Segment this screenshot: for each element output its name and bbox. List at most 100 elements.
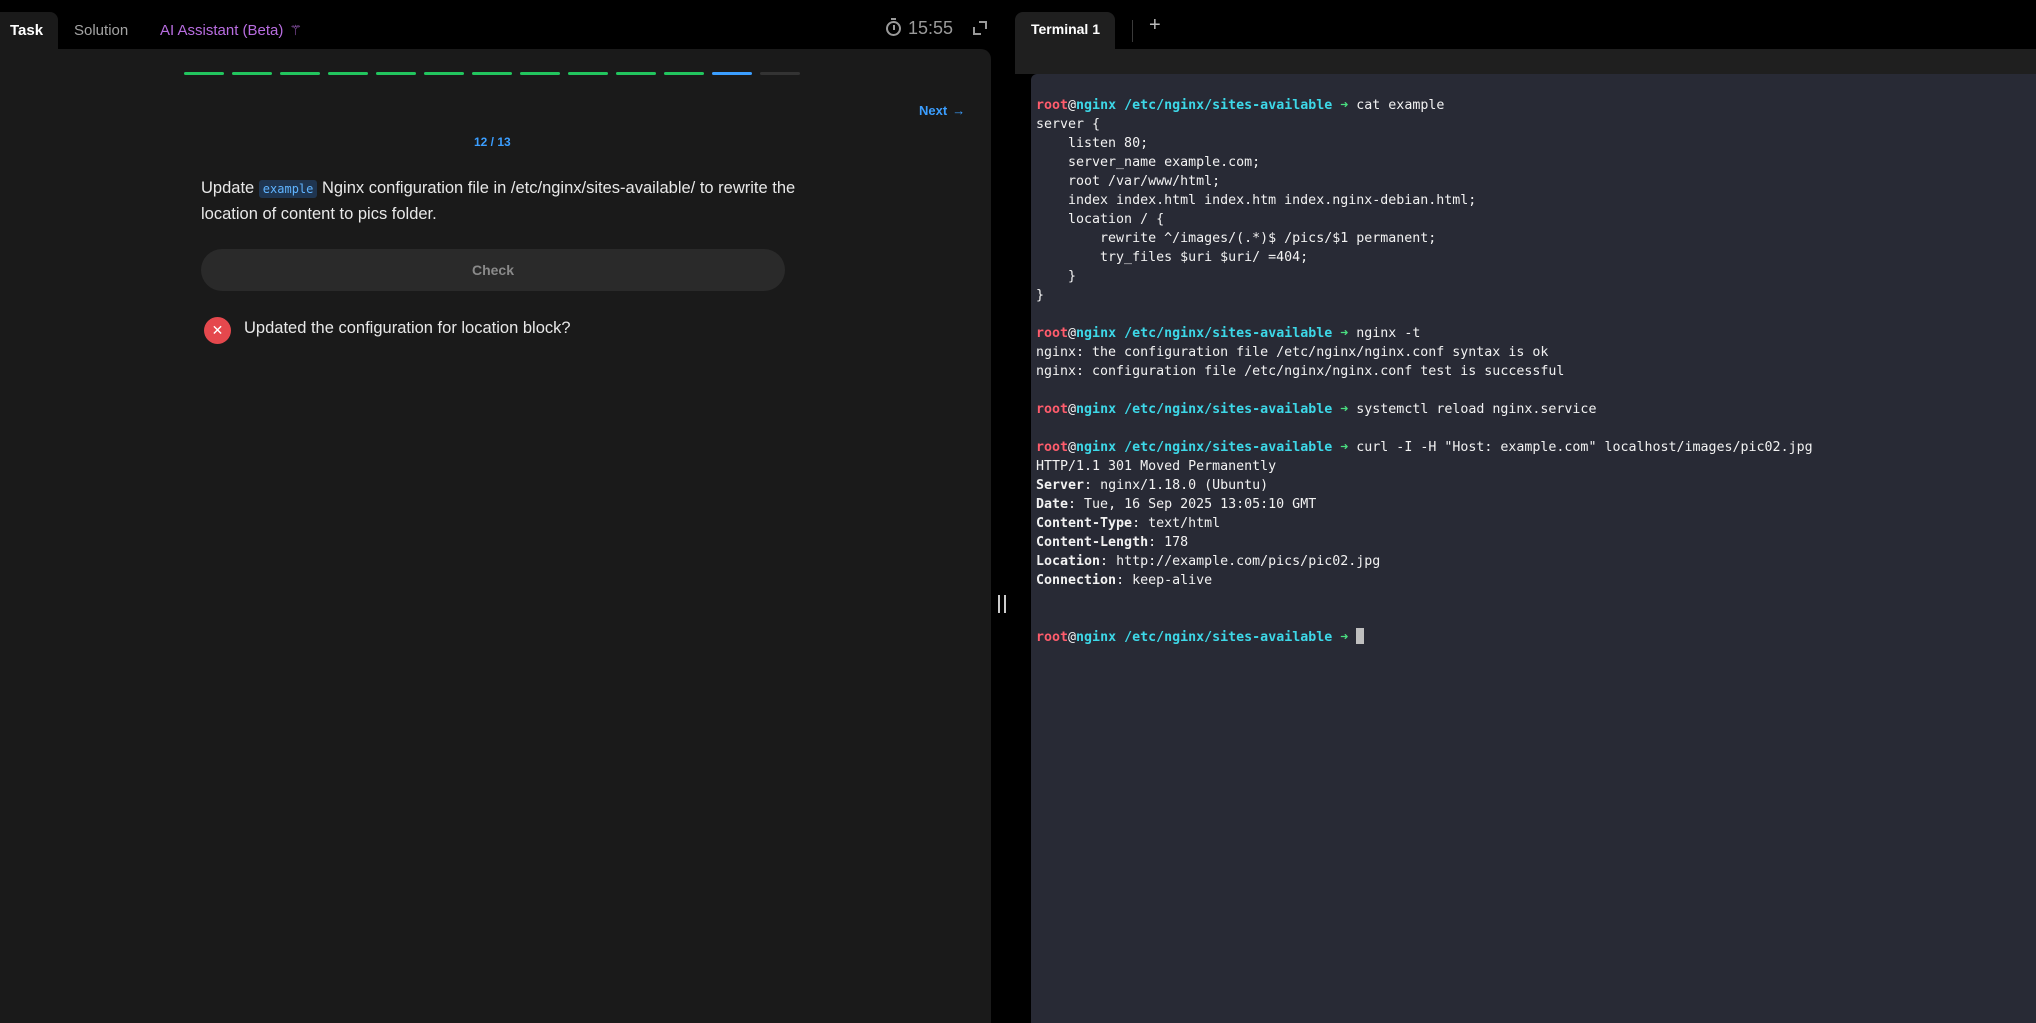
progress-segment (760, 72, 800, 75)
progress-segment (520, 72, 560, 75)
add-terminal-icon[interactable]: + (1149, 14, 1161, 37)
terminal-output-line: Date: Tue, 16 Sep 2025 13:05:10 GMT (1036, 497, 1317, 512)
progress-segment (712, 72, 752, 75)
terminal-output-line: Server: nginx/1.18.0 (Ubuntu) (1036, 478, 1269, 493)
prompt-at: @ (1068, 98, 1077, 113)
progress-bar (184, 72, 800, 75)
task-description: Update example Nginx configuration file … (201, 176, 801, 227)
terminal-output-line: nginx: the configuration file /etc/nginx… (1036, 345, 1549, 360)
check-button[interactable]: Check (201, 249, 785, 291)
prompt-path: /etc/nginx/sites-available (1124, 98, 1333, 113)
prompt-path: /etc/nginx/sites-available (1124, 440, 1333, 455)
prompt-path: /etc/nginx/sites-available (1124, 326, 1333, 341)
prompt-user: root (1036, 98, 1069, 113)
tab-separator (1132, 20, 1133, 42)
header-value: 178 (1164, 535, 1189, 550)
terminal-output-line: listen 80; (1036, 136, 1149, 151)
tab-ai-label: AI Assistant (Beta) (160, 22, 284, 39)
result-text: Updated the configuration for location b… (244, 318, 571, 337)
prompt-arrow: ➜ (1340, 98, 1349, 113)
step-counter: 12 / 13 (474, 135, 511, 149)
command-text: curl -I -H "Host: example.com" localhost… (1356, 440, 1813, 455)
terminal-output-line: location / { (1036, 212, 1165, 227)
next-button[interactable]: Next → (919, 103, 965, 118)
terminal-output-line: rewrite ^/images/(.*)$ /pics/$1 permanen… (1036, 231, 1437, 246)
terminal-command-line: root@nginx /etc/nginx/sites-available ➜ … (1036, 96, 2036, 115)
header-value: keep-alive (1132, 573, 1213, 588)
prompt-host: nginx (1076, 98, 1117, 113)
terminal-command-line: root@nginx /etc/nginx/sites-available ➜ (1036, 627, 2036, 647)
header-value: text/html (1148, 516, 1221, 531)
progress-segment (472, 72, 512, 75)
progress-segment (568, 72, 608, 75)
prompt-host: nginx (1076, 402, 1117, 417)
terminal-output-line: Content-Type: text/html (1036, 516, 1221, 531)
header-key: Content-Length (1036, 535, 1149, 550)
progress-segment (232, 72, 272, 75)
prompt-arrow: ➜ (1340, 630, 1349, 645)
terminal-output-line: root /var/www/html; (1036, 174, 1221, 189)
header-key: Location (1036, 554, 1101, 569)
terminal-command-line: root@nginx /etc/nginx/sites-available ➜ … (1036, 400, 2036, 419)
timer: 15:55 (886, 18, 953, 39)
header-key: Date (1036, 497, 1069, 512)
tab-terminal-1[interactable]: Terminal 1 (1015, 12, 1115, 49)
command-text: systemctl reload nginx.service (1356, 402, 1597, 417)
prompt-user: root (1036, 402, 1069, 417)
close-icon: ✕ (204, 317, 231, 344)
prompt-host: nginx (1076, 326, 1117, 341)
progress-segment (424, 72, 464, 75)
arrow-right-icon: → (952, 103, 966, 118)
terminal-output-line: HTTP/1.1 301 Moved Permanently (1036, 459, 1277, 474)
progress-segment (184, 72, 224, 75)
task-desc-prefix: Update (201, 179, 259, 197)
tab-ai-assistant[interactable]: AI Assistant (Beta) ⚚ (160, 12, 302, 49)
progress-segment (616, 72, 656, 75)
expand-icon[interactable] (973, 21, 987, 35)
prompt-user: root (1036, 440, 1069, 455)
tab-task[interactable]: Task (0, 12, 58, 49)
next-label: Next (919, 103, 948, 118)
terminal-tab-bar: Terminal 1 + (1015, 0, 2036, 49)
progress-segment (664, 72, 704, 75)
timer-value: 15:55 (908, 18, 954, 38)
header-key: Content-Type (1036, 516, 1133, 531)
check-result: ✕ Updated the configuration for location… (204, 317, 571, 344)
tab-solution[interactable]: Solution (74, 12, 128, 49)
prompt-user: root (1036, 326, 1069, 341)
terminal-output-line: Location: http://example.com/pics/pic02.… (1036, 554, 1381, 569)
header-value: Tue, 16 Sep 2025 13:05:10 GMT (1084, 497, 1317, 512)
command-text: cat example (1356, 98, 1445, 113)
prompt-arrow: ➜ (1340, 402, 1349, 417)
terminal-output-line: } (1036, 269, 1077, 284)
magic-wand-icon: ⚚ (289, 22, 302, 38)
prompt-at: @ (1068, 630, 1077, 645)
terminal-output-line: try_files $uri $uri/ =404; (1036, 250, 1309, 265)
prompt-at: @ (1068, 326, 1077, 341)
terminal-output-line: server { (1036, 117, 1101, 132)
terminal-output-line: } (1036, 288, 1045, 303)
terminal-output-line: index index.html index.htm index.nginx-d… (1036, 193, 1477, 208)
header-key: Server (1036, 478, 1085, 493)
progress-segment (376, 72, 416, 75)
stopwatch-icon (886, 18, 901, 36)
code-chip: example (258, 180, 318, 198)
prompt-user: root (1036, 630, 1069, 645)
terminal-output-line: Connection: keep-alive (1036, 573, 1213, 588)
task-tab-bar: Task Solution AI Assistant (Beta) ⚚ 15:55 (0, 0, 1000, 49)
progress-segment (328, 72, 368, 75)
terminal-output-line: server_name example.com; (1036, 155, 1261, 170)
prompt-host: nginx (1076, 630, 1117, 645)
prompt-at: @ (1068, 440, 1077, 455)
prompt-arrow: ➜ (1340, 326, 1349, 341)
command-text: nginx -t (1356, 326, 1421, 341)
terminal[interactable]: root@nginx /etc/nginx/sites-available ➜ … (1031, 74, 2036, 1023)
terminal-command-line: root@nginx /etc/nginx/sites-available ➜ … (1036, 324, 2036, 343)
terminal-command-line: root@nginx /etc/nginx/sites-available ➜ … (1036, 438, 2036, 457)
panel-resize-handle[interactable] (998, 595, 1006, 613)
prompt-path: /etc/nginx/sites-available (1124, 402, 1333, 417)
